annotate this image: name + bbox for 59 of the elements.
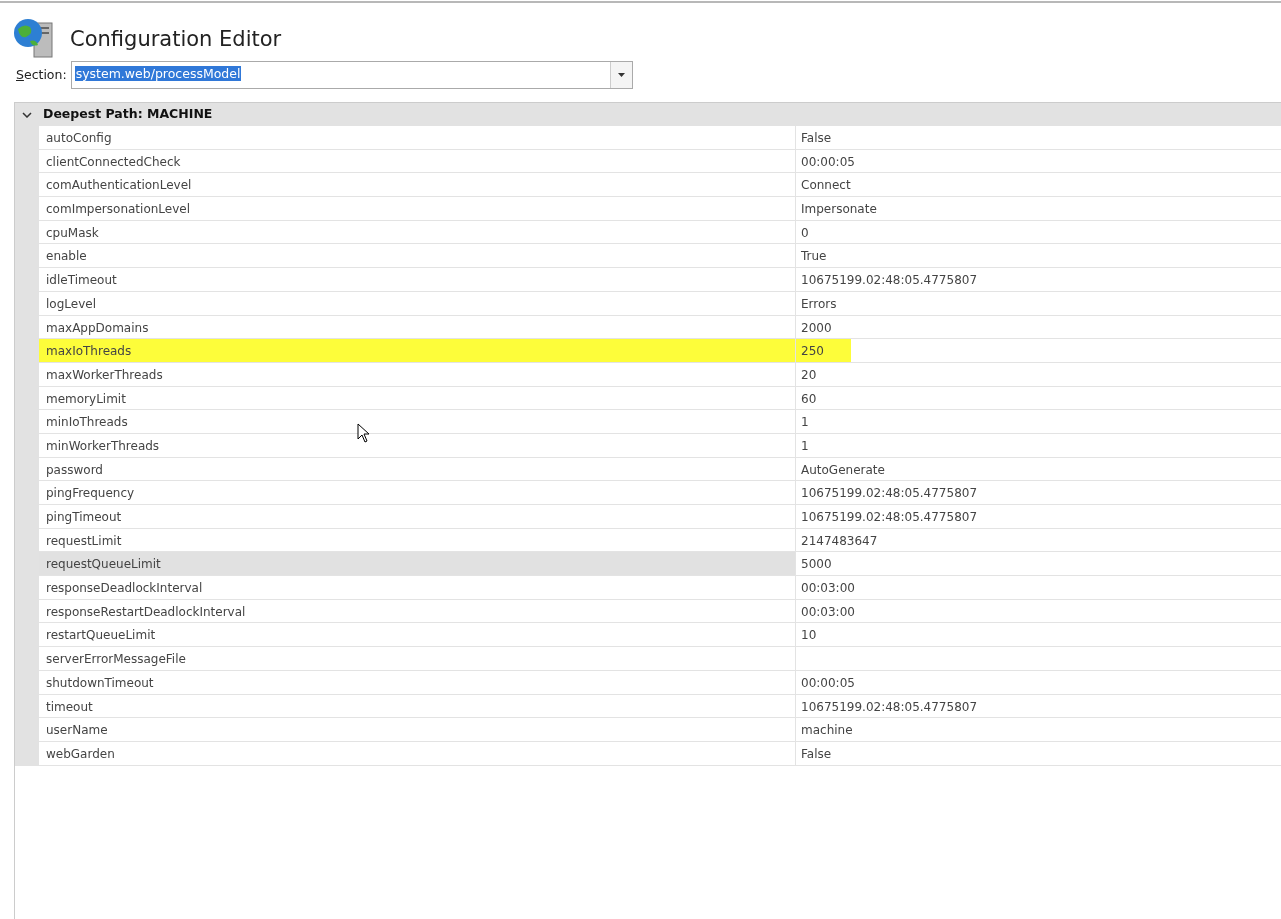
property-value: False (801, 746, 832, 761)
property-name[interactable]: comAuthenticationLevel (39, 173, 796, 198)
property-value: 2147483647 (801, 533, 878, 548)
property-name[interactable]: shutdownTimeout (39, 670, 796, 695)
property-name[interactable]: cpuMask (39, 220, 796, 245)
property-value: 2000 (801, 320, 832, 335)
property-name[interactable]: minIoThreads (39, 410, 796, 434)
property-name[interactable]: responseDeadlockInterval (39, 576, 796, 600)
property-name[interactable]: password (39, 457, 796, 482)
property-value: 250 (801, 344, 824, 359)
property-value: Connect (801, 178, 851, 193)
chevron-down-icon (22, 111, 32, 118)
property-value: 1 (801, 415, 809, 430)
property-value: 00:03:00 (801, 604, 855, 619)
property-name[interactable]: webGarden (39, 741, 796, 766)
property-value: 20 (801, 367, 817, 382)
property-value: 10675199.02:48:05.4775807 (801, 486, 978, 501)
property-name[interactable]: requestQueueLimit (39, 552, 796, 577)
group-header[interactable]: Deepest Path: MACHINE (15, 102, 1281, 126)
property-value: True (801, 249, 827, 264)
property-value: 10675199.02:48:05.4775807 (801, 510, 978, 524)
property-name[interactable]: comImpersonationLevel (39, 197, 796, 221)
globe-server-icon (12, 17, 56, 59)
property-value: 00:03:00 (801, 581, 855, 596)
property-name[interactable]: timeout (39, 694, 796, 719)
property-value: 10675199.02:48:05.4775807 (801, 699, 978, 714)
property-name[interactable]: maxWorkerThreads (39, 362, 796, 387)
property-value: 60 (801, 391, 817, 406)
property-name[interactable]: enable (39, 244, 796, 269)
property-value: AutoGenerate (801, 462, 885, 477)
property-value: 00:00:05 (801, 675, 855, 690)
property-name[interactable]: minWorkerThreads (39, 433, 796, 458)
property-value: 10 (801, 628, 817, 643)
property-value: False (801, 131, 832, 145)
section-dropdown[interactable]: system.web/processModel (70, 61, 633, 89)
section-label: Section: (16, 65, 67, 84)
property-name[interactable]: idleTimeout (39, 268, 796, 292)
property-value: 0 (801, 225, 809, 240)
property-name[interactable]: pingTimeout (39, 505, 796, 529)
property-name[interactable]: memoryLimit (39, 386, 796, 411)
property-name[interactable]: userName (39, 718, 796, 742)
property-name[interactable]: autoConfig (39, 126, 796, 150)
caret-icon (617, 73, 625, 77)
property-name[interactable]: restartQueueLimit (39, 623, 796, 648)
property-name[interactable]: pingFrequency (39, 481, 796, 505)
mouse-pointer-icon (357, 423, 370, 443)
property-name[interactable]: serverErrorMessageFile (39, 647, 796, 671)
property-value: Errors (801, 296, 837, 311)
property-name[interactable]: responseRestartDeadlockInterval (39, 599, 796, 624)
page-title: Configuration Editor (70, 26, 282, 54)
property-name[interactable]: maxIoThreads (39, 339, 796, 363)
property-name[interactable]: clientConnectedCheck (39, 149, 796, 174)
property-value: 1 (801, 438, 809, 453)
property-name[interactable]: logLevel (39, 291, 796, 316)
property-value: 00:00:05 (801, 154, 855, 169)
property-value: 10675199.02:48:05.4775807 (801, 273, 978, 288)
property-value: machine (801, 723, 853, 738)
property-value: Impersonate (801, 202, 877, 217)
property-value: 5000 (801, 557, 832, 572)
